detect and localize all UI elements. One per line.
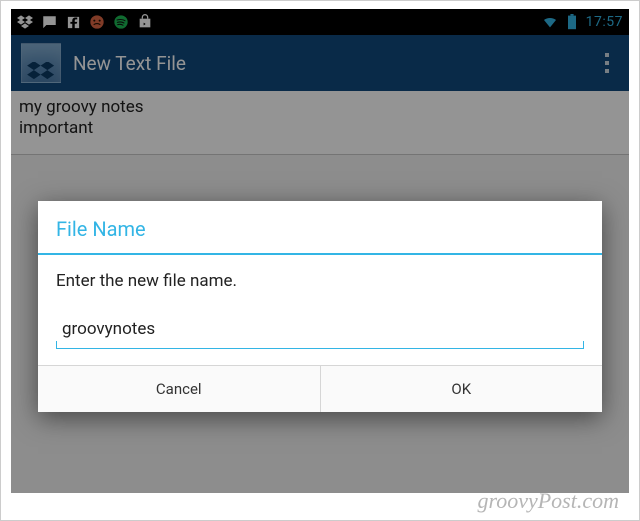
dialog-message: Enter the new file name. xyxy=(56,271,584,291)
filename-input-wrap xyxy=(56,315,584,349)
cancel-button[interactable]: Cancel xyxy=(38,366,320,412)
dialog-button-bar: Cancel OK xyxy=(38,365,602,412)
filename-dialog: File Name Enter the new file name. Cance… xyxy=(38,201,602,412)
device-frame: 17:57 New Text File my groovy notes impo… xyxy=(11,9,629,493)
input-underline xyxy=(56,348,584,349)
filename-input[interactable] xyxy=(56,315,584,345)
dialog-title: File Name xyxy=(38,201,602,255)
dialog-body: Enter the new file name. xyxy=(38,255,602,365)
ok-button[interactable]: OK xyxy=(320,366,603,412)
